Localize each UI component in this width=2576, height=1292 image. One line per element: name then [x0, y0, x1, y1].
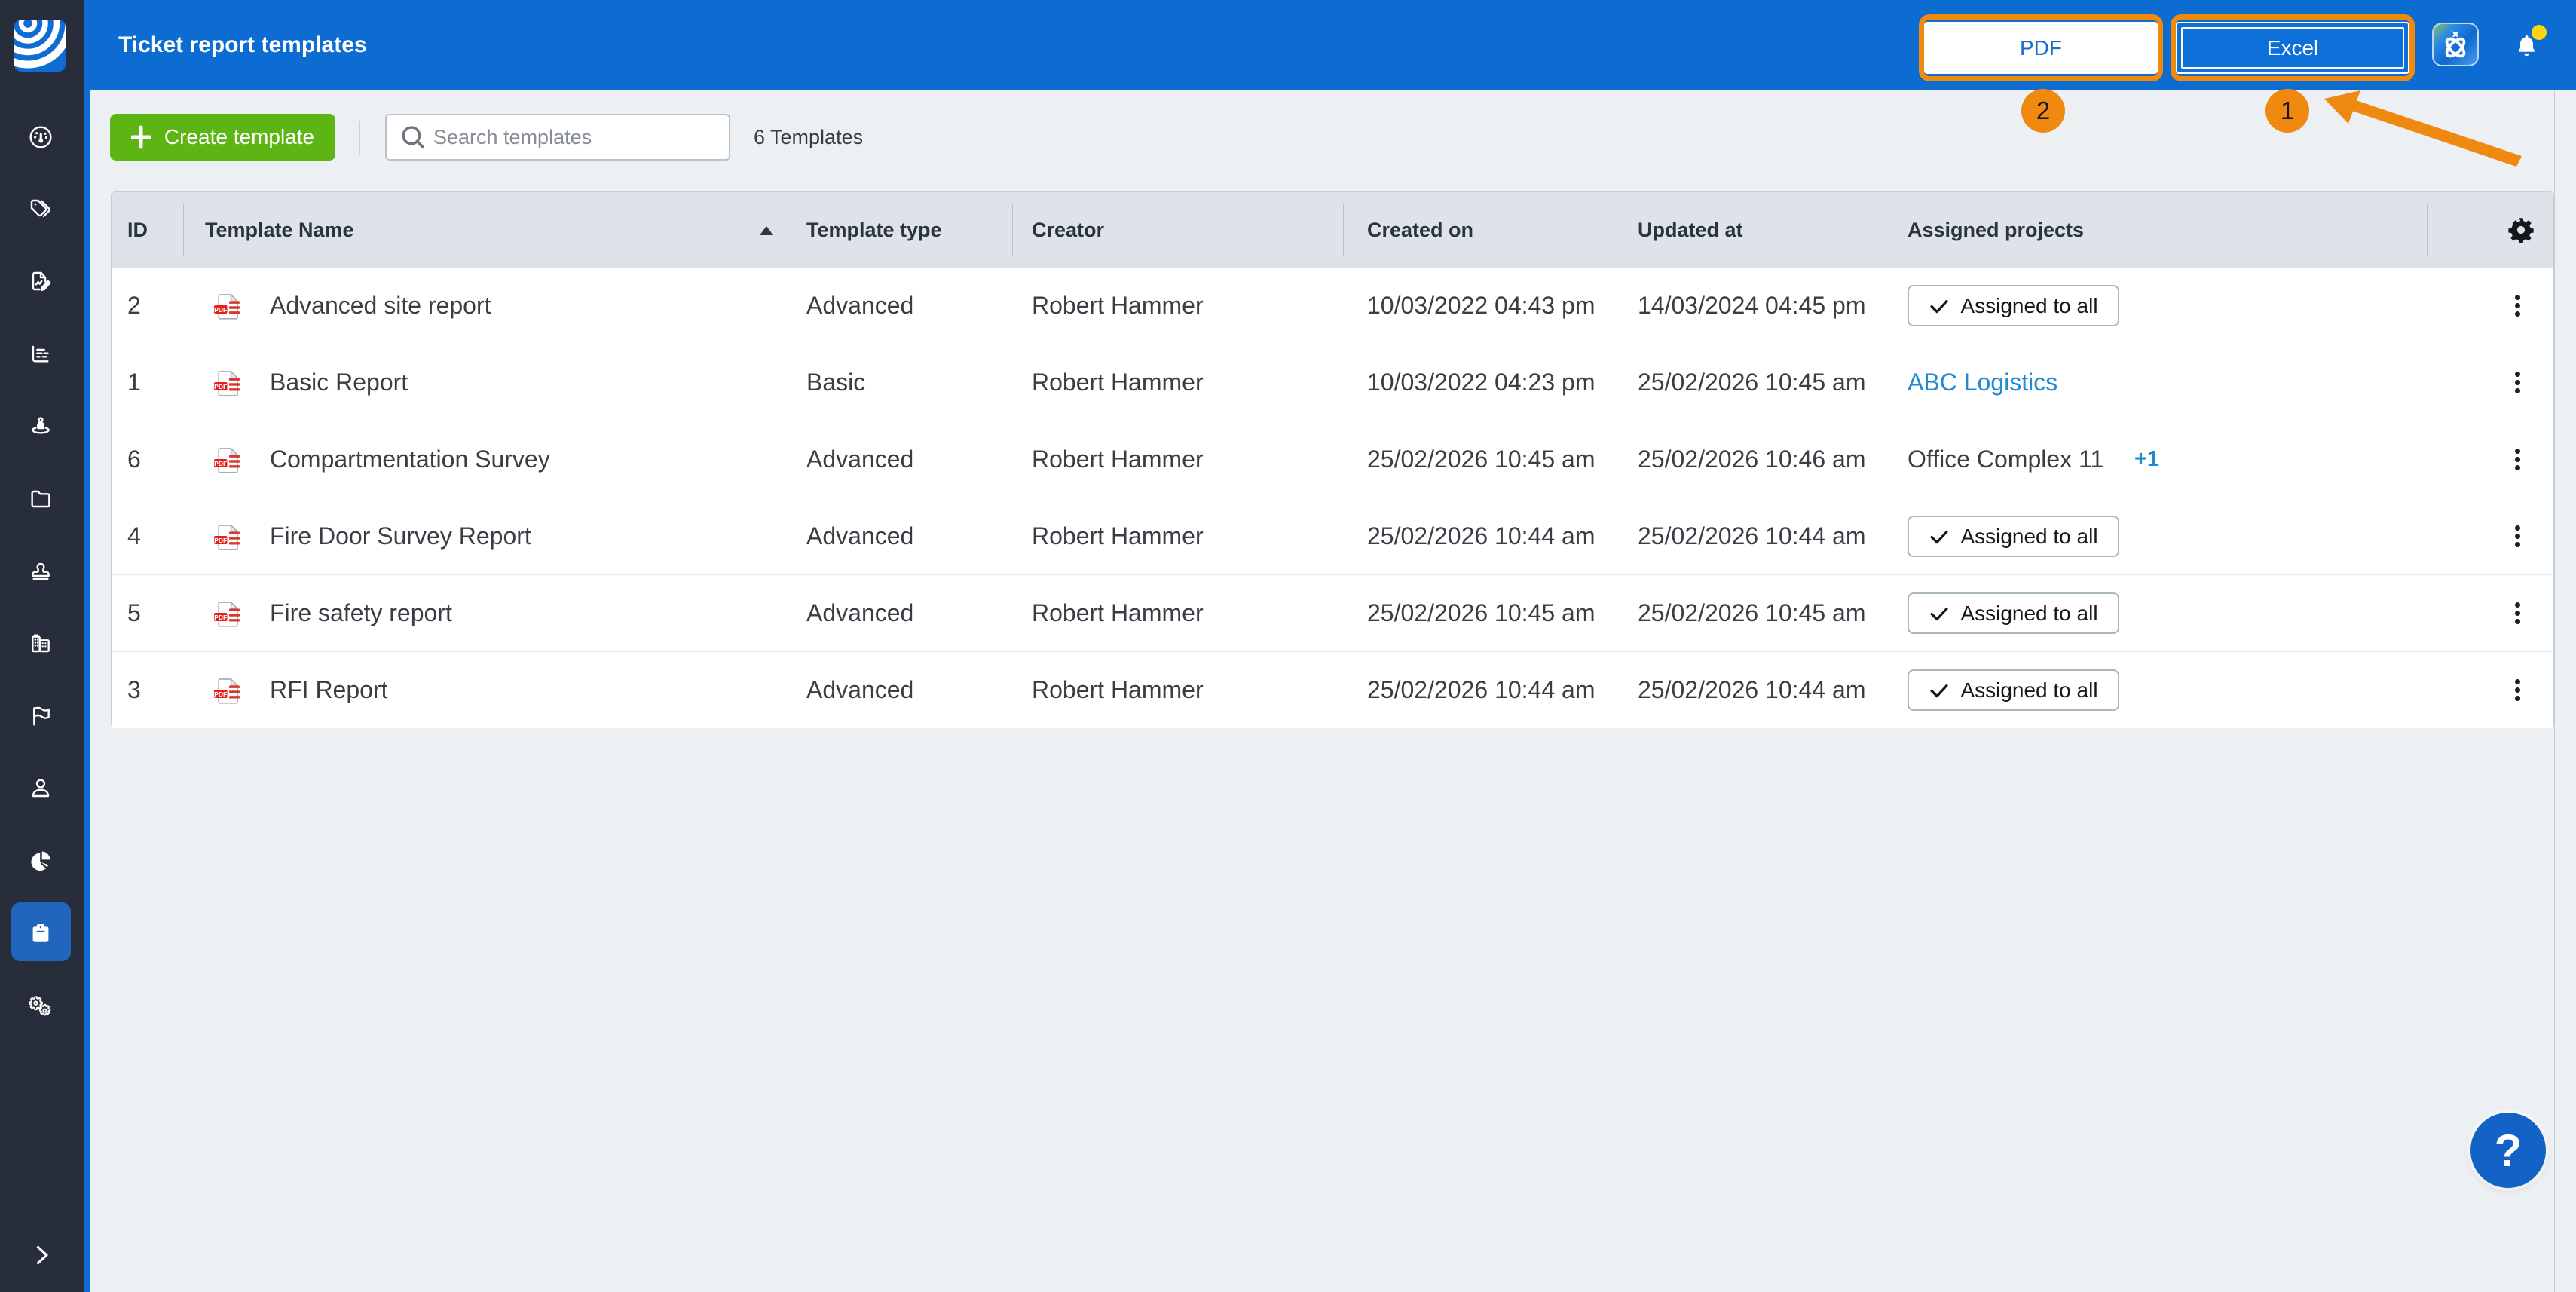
svg-text:PDF: PDF: [214, 460, 227, 467]
svg-text:PDF: PDF: [214, 383, 227, 390]
svg-text:PDF: PDF: [214, 306, 227, 314]
svg-text:PDF: PDF: [214, 537, 227, 544]
svg-text:PDF: PDF: [214, 690, 227, 698]
svg-text:PDF: PDF: [214, 614, 227, 621]
